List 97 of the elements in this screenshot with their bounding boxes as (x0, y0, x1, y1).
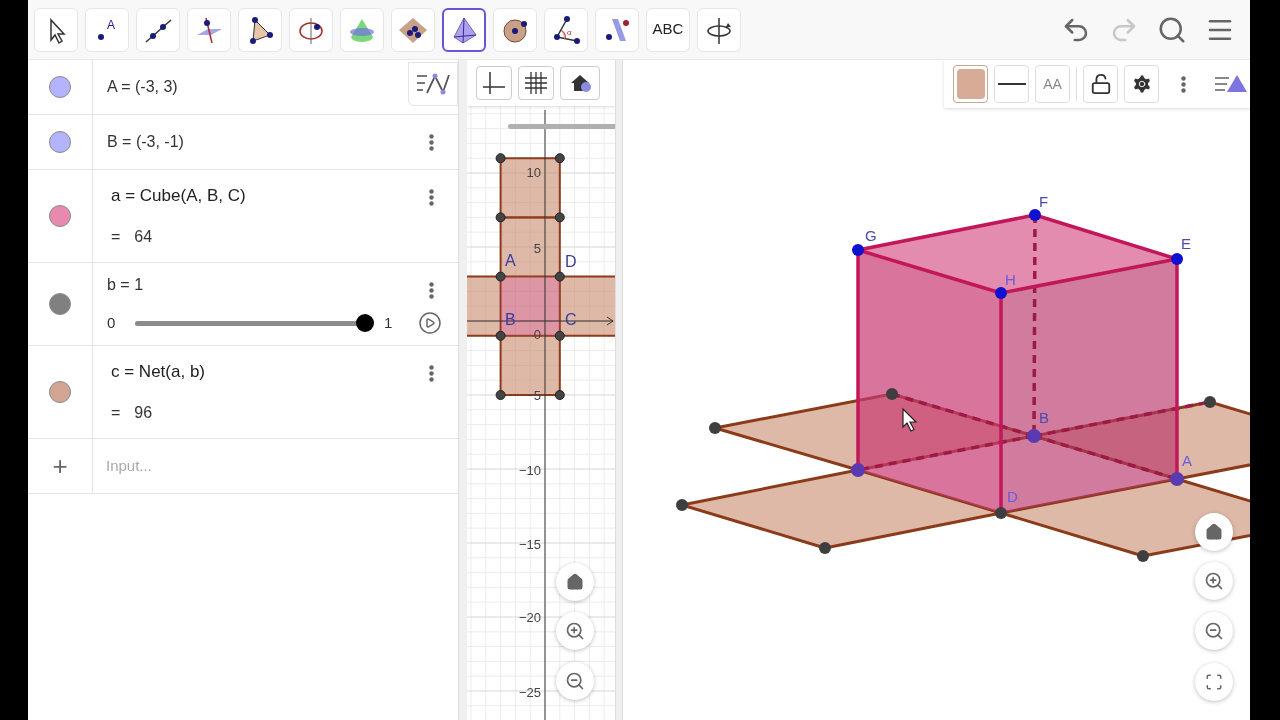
mouse-cursor-icon (902, 407, 918, 432)
settings-icon (1130, 73, 1153, 95)
settings-button[interactable] (1124, 65, 1160, 103)
point-label: A (1182, 453, 1192, 468)
color-swatch (956, 69, 985, 99)
home-button[interactable] (1195, 513, 1233, 551)
play-button[interactable] (418, 311, 442, 335)
point-label: C (565, 312, 577, 328)
text-style-button[interactable]: AA (1035, 65, 1071, 103)
play-icon (418, 311, 442, 335)
grid-button[interactable] (518, 66, 554, 100)
point-label: G (865, 228, 877, 243)
point-label: A (505, 253, 516, 269)
axis-tick-label: 5 (533, 242, 541, 255)
zoom-in-button[interactable] (1195, 562, 1233, 600)
result-value: 96 (134, 402, 153, 423)
axis-tick-label: 10 (526, 166, 541, 179)
tool-button[interactable]: ABC (646, 7, 690, 52)
point-label: D (1007, 489, 1018, 504)
slider-max: 1 (384, 312, 393, 333)
tool-button[interactable]: α (544, 7, 588, 52)
definition-text: c = Net(a, b) (111, 361, 205, 384)
point-marker[interactable] (554, 153, 565, 164)
more-icon (428, 133, 434, 151)
axes-icon (482, 71, 506, 95)
point-marker[interactable] (1027, 429, 1041, 443)
home-button[interactable] (556, 563, 594, 601)
point-marker[interactable] (676, 499, 688, 511)
point-marker[interactable] (819, 542, 831, 554)
zoom-out-button[interactable] (1195, 612, 1233, 650)
definition-text: B = (-3, -1) (107, 132, 184, 152)
point-marker[interactable] (495, 271, 506, 282)
point-marker[interactable] (1170, 472, 1184, 486)
point-marker[interactable] (495, 390, 506, 400)
grid-icon (524, 71, 548, 95)
axis-tick-label: −10 (518, 464, 541, 477)
definition-text: b = 1 (107, 275, 144, 295)
zoom-out-icon (1204, 621, 1224, 641)
point-marker[interactable] (709, 422, 721, 434)
point-marker[interactable] (995, 507, 1007, 519)
point-marker[interactable] (1204, 396, 1216, 408)
standard-view-button[interactable] (560, 66, 600, 100)
house-icon (569, 72, 591, 94)
definition-text: a = Cube(A, B, C) (111, 185, 246, 208)
point-marker[interactable] (554, 390, 565, 400)
fullscreen-icon (1205, 673, 1223, 691)
zoom-in-button[interactable] (556, 612, 594, 650)
more-icon (428, 188, 434, 206)
line-style-button[interactable] (994, 65, 1030, 103)
point-marker[interactable] (852, 244, 864, 256)
point-label: F (1039, 194, 1049, 209)
tool-button[interactable] (442, 7, 486, 52)
point-marker[interactable] (554, 212, 565, 223)
point-marker[interactable] (1029, 209, 1041, 221)
lock-icon (1089, 73, 1112, 95)
definition-text: A = (-3, 3) (107, 77, 178, 97)
scroll-bar[interactable] (508, 124, 615, 129)
slider-thumb[interactable] (356, 314, 374, 332)
point-marker[interactable] (554, 271, 565, 282)
point-marker[interactable] (1171, 253, 1183, 265)
equals-sign: = (111, 226, 121, 247)
point-marker[interactable] (995, 287, 1007, 299)
point-label: B (1039, 410, 1049, 425)
point-label: H (1005, 272, 1016, 287)
tool-button[interactable]: A (85, 7, 129, 52)
result-value: 64 (134, 226, 153, 247)
equals-sign: = (111, 402, 121, 423)
input-field[interactable]: Input... (93, 439, 458, 493)
axis-tick-label: −20 (518, 611, 541, 624)
point-marker[interactable] (886, 388, 898, 400)
slider-min: 0 (107, 312, 117, 333)
lock-button[interactable] (1083, 65, 1119, 103)
point-label: D (565, 254, 577, 270)
color-button[interactable] (953, 65, 989, 103)
more-icon (1180, 75, 1186, 93)
home-icon (566, 573, 584, 591)
more-icon (428, 281, 434, 299)
point-marker[interactable] (495, 212, 506, 223)
point-label: E (1181, 236, 1191, 251)
algebra-view-toggle[interactable] (408, 62, 458, 106)
point-marker[interactable] (554, 330, 565, 341)
point-marker[interactable] (495, 330, 506, 341)
axis-tick-label: −25 (518, 686, 541, 699)
zoom-out-icon (565, 671, 585, 691)
point-marker[interactable] (851, 463, 865, 477)
function-graph-icon (415, 71, 451, 97)
home-icon (1205, 523, 1223, 541)
axes-button[interactable] (476, 66, 512, 100)
add-icon[interactable]: + (52, 446, 68, 486)
zoom-in-icon (565, 621, 585, 641)
axis-tick-label: −15 (518, 538, 541, 551)
point-marker[interactable] (1137, 550, 1149, 562)
more-icon (428, 364, 434, 382)
zoom-in-icon (1204, 571, 1224, 591)
point-marker[interactable] (495, 153, 506, 164)
line-style-icon (997, 83, 1026, 85)
zoom-out-button[interactable] (556, 662, 594, 700)
